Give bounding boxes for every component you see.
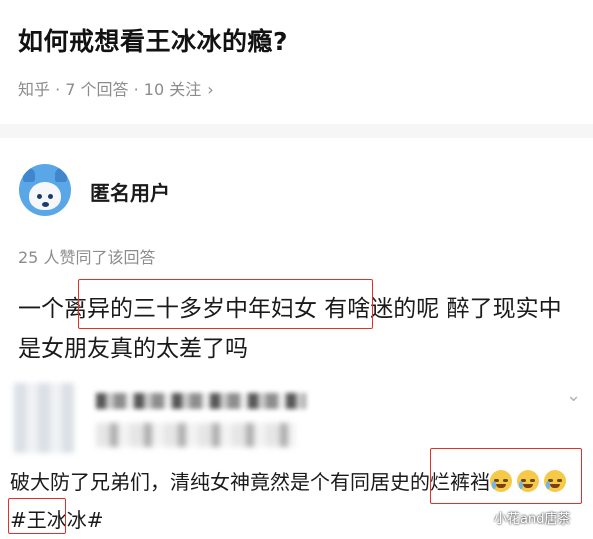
question-title[interactable]: 如何戒想看王冰冰的瘾?	[18, 22, 288, 58]
crying-emoji-icon	[490, 470, 512, 492]
chevron-down-icon[interactable]: ⌄	[566, 385, 581, 406]
avatar-face	[29, 182, 61, 210]
upvote-count: 25 人赞同了该回答	[18, 248, 156, 267]
blurred-commenter-name	[96, 393, 306, 409]
watermark: 小花and唐茶	[494, 512, 571, 527]
section-divider	[0, 124, 593, 138]
question-meta-text: 知乎 · 7 个回答 · 10 关注	[18, 80, 202, 99]
author-name[interactable]: 匿名用户	[90, 177, 170, 206]
blurred-commenter-avatar	[14, 383, 74, 453]
crying-emoji-icon	[544, 470, 566, 492]
comment-text: 破大防了兄弟们，清纯女神竟然是个有同居史的烂裤裆 #王冰冰#	[10, 463, 585, 539]
avatar-eye	[48, 194, 53, 199]
chevron-right-icon: ›	[207, 80, 214, 99]
answer-text: 一个离异的三十多岁中年妇女 有啥迷的呢 醉了现实中是女朋友真的太差了吗	[18, 296, 562, 362]
avatar-ear-right	[55, 168, 67, 182]
avatar-eye	[37, 194, 42, 199]
blurred-commenter-info	[96, 423, 296, 447]
avatar-ear-left	[23, 168, 35, 182]
author-avatar[interactable]	[19, 164, 71, 216]
comment-body: 破大防了兄弟们，清纯女神竟然是个有同居史的烂裤裆	[10, 470, 490, 494]
avatar-nose	[42, 202, 49, 207]
crying-emoji-icon	[517, 470, 539, 492]
question-meta[interactable]: 知乎 · 7 个回答 · 10 关注 ›	[18, 76, 214, 100]
comment-hashtag[interactable]: #王冰冰#	[10, 508, 104, 532]
